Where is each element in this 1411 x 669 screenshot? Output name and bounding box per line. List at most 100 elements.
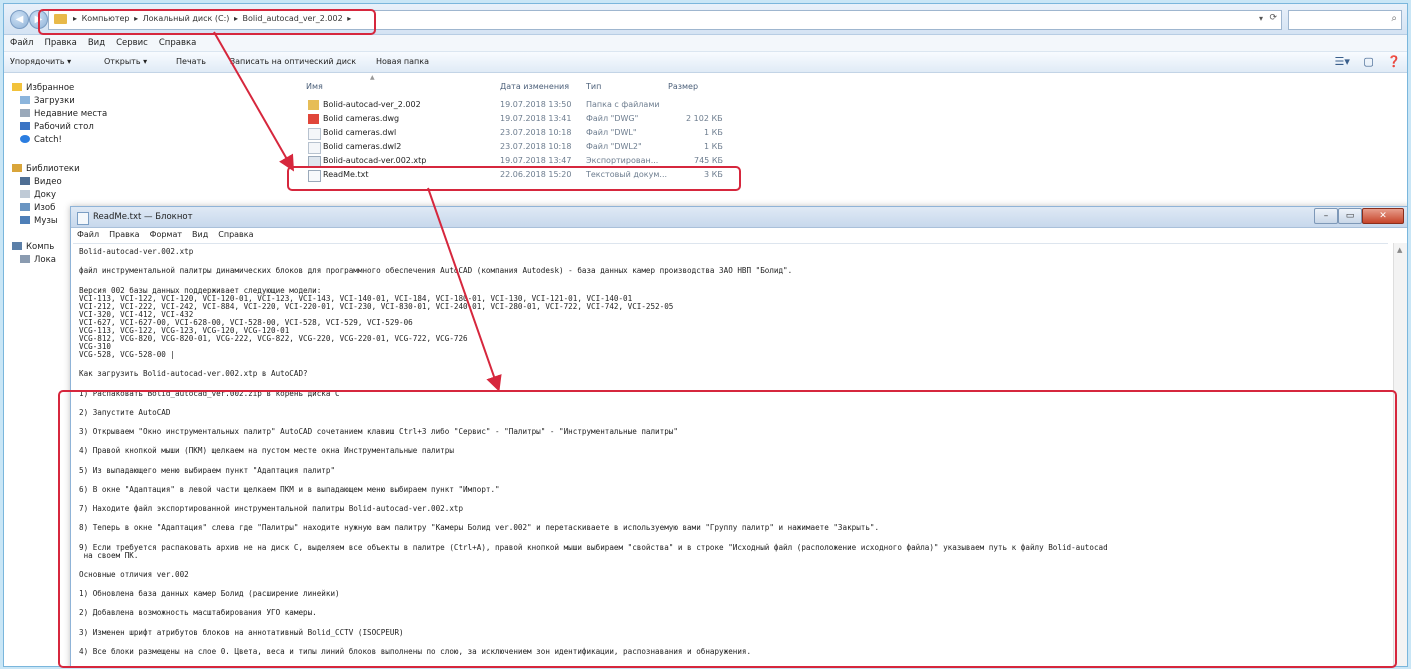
file-size: 2 102 КБ (686, 114, 723, 123)
desktop-icon (20, 122, 30, 130)
preview-pane-icon[interactable]: ▢ (1363, 55, 1373, 68)
nav-catch[interactable]: Catch! (20, 135, 62, 145)
nav-desktop[interactable]: Рабочий стол (20, 122, 94, 132)
refresh-icon[interactable]: ⟳ (1269, 13, 1277, 23)
nav-video[interactable]: Видео (20, 177, 62, 187)
scroll-up-icon[interactable]: ▲ (1397, 246, 1402, 254)
np-menu-edit[interactable]: Правка (103, 228, 143, 239)
sort-indicator-icon: ▲ (370, 74, 375, 81)
file-size: 745 КБ (694, 156, 723, 165)
folder-icon (308, 100, 319, 110)
menu-file[interactable]: Файл (4, 35, 38, 48)
chevron-down-icon[interactable]: ▾ (1259, 14, 1263, 23)
file-type: Папка с файлами (586, 100, 660, 109)
video-icon (20, 177, 30, 185)
nav-images[interactable]: Изоб (20, 203, 55, 213)
star-icon (12, 83, 22, 91)
file-name: Bolid-autocad-ver.002.xtp (323, 156, 427, 165)
help-icon[interactable]: ❓ (1387, 55, 1401, 68)
text-line: 6) В окне "Адаптация" в левой части щелк… (79, 485, 500, 494)
text-line: 2) Добавлена возможность масштабирования… (79, 608, 317, 617)
text-line: 8) Теперь в окне "Адаптация" слева где "… (79, 523, 880, 532)
nav-local-disk[interactable]: Лока (20, 255, 56, 265)
notepad-text-area[interactable]: Bolid-autocad-ver.002.xtp файл инструмен… (73, 243, 1388, 666)
nav-libraries[interactable]: Библиотеки (12, 164, 80, 174)
organize-button[interactable]: Упорядочить ▾ (10, 57, 71, 66)
text-line: VCG-812, VCG-820, VCG-820-01, VCG-222, V… (79, 334, 468, 343)
notepad-icon (77, 212, 89, 225)
np-menu-view[interactable]: Вид (186, 228, 212, 239)
file-icon (308, 156, 321, 168)
nav-downloads[interactable]: Загрузки (20, 96, 75, 106)
breadcrumb-sep-icon: ▸ (134, 14, 139, 23)
nav-favorites[interactable]: Избранное (12, 83, 74, 93)
new-folder-button[interactable]: Новая папка (376, 57, 429, 66)
column-name[interactable]: Имя (306, 82, 323, 91)
nav-recent[interactable]: Недавние места (20, 109, 107, 119)
nav-documents[interactable]: Доку (20, 190, 56, 200)
maximize-icon[interactable]: ▭ (1338, 208, 1362, 224)
column-size[interactable]: Размер (668, 82, 698, 91)
text-line: 2) Запустите AutoCAD (79, 408, 171, 417)
file-name: Bolid-autocad-ver_2.002 (323, 100, 421, 109)
breadcrumb-item[interactable]: Локальный диск (C:) (143, 14, 230, 23)
text-line: Как загрузить Bolid-autocad-ver.002.xtp … (79, 369, 308, 378)
column-date[interactable]: Дата изменения (500, 82, 569, 91)
file-date: 23.07.2018 10:18 (500, 128, 572, 137)
np-menu-help[interactable]: Справка (212, 228, 257, 239)
menu-view[interactable]: Вид (82, 35, 110, 48)
close-icon[interactable]: ✕ (1362, 208, 1404, 224)
file-date: 19.07.2018 13:47 (500, 156, 572, 165)
file-type: Файл "DWL2" (586, 142, 642, 151)
address-bar[interactable]: ▸ Компьютер ▸ Локальный диск (C:) ▸ Boli… (48, 10, 1282, 30)
breadcrumb-sep-icon: ▸ (73, 14, 78, 23)
minimize-icon[interactable]: – (1314, 208, 1338, 224)
text-line: на своем ПК. (79, 551, 139, 560)
text-line: файл инструментальной палитры динамическ… (79, 266, 793, 275)
file-type: Файл "DWL" (586, 128, 637, 137)
text-file-icon (308, 170, 321, 182)
np-menu-format[interactable]: Формат (144, 228, 186, 239)
file-size: 1 КБ (704, 142, 723, 151)
menu-edit[interactable]: Правка (38, 35, 81, 48)
search-icon: ⌕ (1391, 13, 1397, 24)
text-line: 9) Если требуется распаковать архив не н… (79, 543, 1108, 552)
text-line: Основные отличия ver.002 (79, 570, 189, 579)
text-line: VCG-528, VCG-528-00 | (79, 350, 176, 359)
forward-button[interactable]: ▶ (29, 10, 48, 29)
menu-help[interactable]: Справка (153, 35, 201, 48)
text-line: 4) Правой кнопкой мыши (ПКМ) щелкаем на … (79, 446, 454, 455)
file-size: 1 КБ (704, 128, 723, 137)
file-icon (308, 128, 321, 140)
text-line: 5) Из выпадающего меню выбираем пункт "А… (79, 466, 336, 475)
file-name: Bolid cameras.dwl (323, 128, 397, 137)
np-menu-file[interactable]: Файл (71, 228, 103, 239)
drive-icon (20, 255, 30, 263)
explorer-menu-bar: Файл Правка Вид Сервис Справка (4, 35, 1407, 51)
back-button[interactable]: ◀ (10, 10, 29, 29)
notepad-scrollbar[interactable]: ▲ (1393, 243, 1407, 666)
notepad-title-bar[interactable]: ReadMe.txt — Блокнот – ▭ ✕ (71, 207, 1407, 228)
menu-tools[interactable]: Сервис (110, 35, 153, 48)
screenshot-frame: ◀ ▶ ▸ Компьютер ▸ Локальный диск (C:) ▸ … (3, 3, 1408, 667)
documents-icon (20, 190, 30, 198)
breadcrumb-sep-icon: ▸ (233, 14, 238, 23)
view-options-icon[interactable]: ☰▾ (1335, 55, 1350, 68)
print-button[interactable]: Печать (176, 57, 206, 66)
breadcrumb-item[interactable]: Bolid_autocad_ver_2.002 (243, 14, 343, 23)
file-type: Экспортирован... (586, 156, 659, 165)
music-icon (20, 216, 30, 224)
burn-button[interactable]: Записать на оптический диск (230, 57, 356, 66)
nav-computer[interactable]: Компь (12, 242, 54, 252)
file-type: Текстовый докум... (586, 170, 668, 179)
breadcrumb-item[interactable]: Компьютер (82, 14, 130, 23)
column-type[interactable]: Тип (586, 82, 601, 91)
open-button[interactable]: Открыть ▾ (104, 57, 147, 66)
search-input[interactable]: ⌕ (1288, 10, 1402, 30)
folder-icon (54, 14, 67, 24)
breadcrumb: ▸ Компьютер ▸ Локальный диск (C:) ▸ Boli… (73, 14, 353, 23)
nav-music[interactable]: Музы (20, 216, 58, 226)
text-line: 3) Открываем "Окно инструментальных пали… (79, 427, 678, 436)
file-date: 19.07.2018 13:41 (500, 114, 572, 123)
window-controls: – ▭ ✕ (1314, 208, 1404, 224)
